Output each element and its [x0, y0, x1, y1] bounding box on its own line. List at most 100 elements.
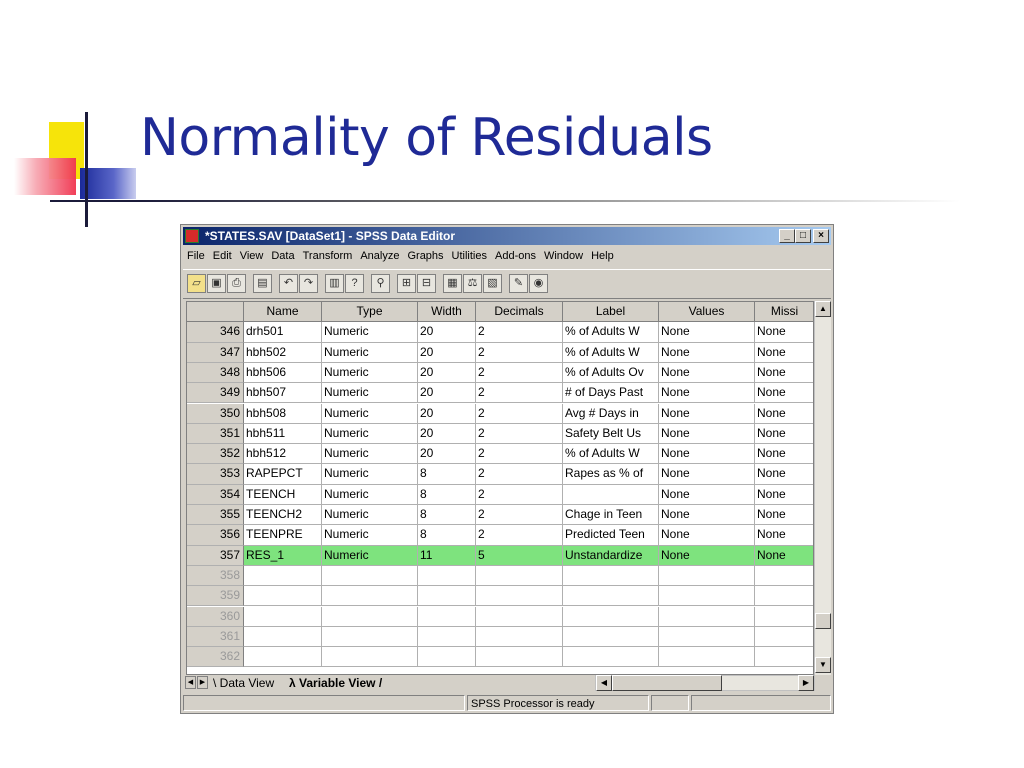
- maximize-button[interactable]: □: [795, 229, 811, 243]
- corner-cell[interactable]: [187, 302, 244, 323]
- cell-decimals[interactable]: [476, 647, 563, 668]
- cell-width[interactable]: 20: [418, 322, 476, 343]
- insert-variable-icon[interactable]: ⊟: [417, 274, 436, 293]
- cell-values[interactable]: None: [659, 505, 755, 526]
- cell-values[interactable]: [659, 626, 755, 648]
- row-number[interactable]: 348: [187, 362, 244, 384]
- select-cases-icon[interactable]: ▧: [483, 274, 502, 293]
- table-row[interactable]: 356 TEENPRE Numeric 8 2 Predicted Teen None Non…: [187, 525, 813, 546]
- cell-type[interactable]: Numeric: [322, 362, 418, 384]
- cell-missing[interactable]: [755, 647, 813, 668]
- cell-values[interactable]: None: [659, 545, 755, 566]
- scroll-up-arrow-icon[interactable]: ▲: [815, 301, 831, 317]
- cell-name[interactable]: RES_1: [244, 545, 322, 566]
- row-number[interactable]: 356: [187, 525, 244, 546]
- cell-missing[interactable]: [755, 586, 813, 607]
- cell-width[interactable]: 20: [418, 383, 476, 404]
- cell-width[interactable]: [418, 586, 476, 607]
- cell-values[interactable]: [659, 586, 755, 607]
- cell-width[interactable]: 8: [418, 464, 476, 485]
- tab-prev-arrow-icon[interactable]: ◀: [185, 676, 196, 689]
- cell-type[interactable]: Numeric: [322, 383, 418, 404]
- table-row[interactable]: 360: [187, 606, 813, 627]
- row-number[interactable]: 355: [187, 505, 244, 526]
- cell-values[interactable]: None: [659, 484, 755, 505]
- table-row[interactable]: 354 TEENCH Numeric 8 2 None None: [187, 484, 813, 505]
- table-row[interactable]: 347 hbh502 Numeric 20 2% of Adults W None None: [187, 342, 813, 363]
- row-number[interactable]: 362: [187, 647, 244, 668]
- cell-label[interactable]: Predicted Teen: [563, 525, 659, 546]
- table-row[interactable]: 348 hbh506 Numeric 20 2% of Adults Ov None Non…: [187, 362, 813, 384]
- cell-values[interactable]: None: [659, 383, 755, 404]
- split-file-icon[interactable]: ▦: [443, 274, 462, 293]
- tab-data-view[interactable]: \ Data View: [213, 675, 274, 691]
- cell-decimals[interactable]: 2: [476, 484, 563, 505]
- dialog-recall-icon[interactable]: ▤: [253, 274, 272, 293]
- row-number[interactable]: 359: [187, 586, 244, 607]
- cell-decimals[interactable]: 5: [476, 545, 563, 566]
- redo-icon[interactable]: ↷: [299, 274, 318, 293]
- cell-name[interactable]: [244, 606, 322, 627]
- cell-values[interactable]: [659, 647, 755, 668]
- cell-name[interactable]: [244, 586, 322, 607]
- vertical-scrollbar[interactable]: ▲ ▼: [814, 301, 831, 675]
- cell-label[interactable]: [563, 565, 659, 587]
- cell-type[interactable]: Numeric: [322, 464, 418, 485]
- variables-icon[interactable]: ?: [345, 274, 364, 293]
- row-number[interactable]: 347: [187, 342, 244, 363]
- cell-label[interactable]: Unstandardize: [563, 545, 659, 566]
- cell-decimals[interactable]: 2: [476, 322, 563, 343]
- cell-missing[interactable]: None: [755, 485, 813, 505]
- table-row[interactable]: 362: [187, 647, 813, 668]
- cell-width[interactable]: 20: [418, 403, 476, 424]
- row-number[interactable]: 361: [187, 626, 244, 648]
- value-labels-icon[interactable]: ✎: [509, 274, 528, 293]
- cell-missing[interactable]: None: [755, 505, 813, 526]
- cell-values[interactable]: None: [659, 403, 755, 424]
- table-row[interactable]: 351 hbh511 Numeric 20 2 Safety Belt Us None Non…: [187, 423, 813, 445]
- menu-transform[interactable]: Transform: [299, 247, 357, 265]
- cell-label[interactable]: [563, 626, 659, 648]
- cell-values[interactable]: [659, 606, 755, 627]
- cell-missing[interactable]: [755, 607, 813, 627]
- cell-values[interactable]: None: [659, 322, 755, 343]
- table-row[interactable]: 352 hbh512 Numeric 20 2% of Adults W None None: [187, 444, 813, 465]
- table-row[interactable]: 353 RAPEPCT Numeric 8 2 Rapes as % of None None: [187, 464, 813, 485]
- tab-next-arrow-icon[interactable]: ▶: [197, 676, 208, 689]
- cell-label[interactable]: % of Adults W: [563, 444, 659, 465]
- cell-decimals[interactable]: 2: [476, 423, 563, 445]
- cell-missing[interactable]: None: [755, 322, 813, 343]
- menu-edit[interactable]: Edit: [209, 247, 236, 265]
- cell-type[interactable]: [322, 586, 418, 607]
- cell-name[interactable]: [244, 626, 322, 648]
- cell-label[interactable]: Chage in Teen: [563, 505, 659, 526]
- open-folder-icon[interactable]: ▱: [187, 274, 206, 293]
- row-number[interactable]: 346: [187, 322, 244, 343]
- cell-type[interactable]: Numeric: [322, 525, 418, 546]
- cell-missing[interactable]: None: [755, 525, 813, 546]
- cell-name[interactable]: hbh508: [244, 403, 322, 424]
- cell-type[interactable]: [322, 565, 418, 587]
- scroll-left-arrow-icon[interactable]: ◀: [596, 675, 612, 691]
- cell-type[interactable]: Numeric: [322, 505, 418, 526]
- scroll-down-arrow-icon[interactable]: ▼: [815, 657, 831, 673]
- cell-values[interactable]: None: [659, 464, 755, 485]
- cell-label[interactable]: % of Adults W: [563, 322, 659, 343]
- table-row[interactable]: 358: [187, 565, 813, 587]
- undo-icon[interactable]: ↶: [279, 274, 298, 293]
- cell-name[interactable]: [244, 565, 322, 587]
- cell-missing[interactable]: None: [755, 404, 813, 424]
- cell-type[interactable]: [322, 626, 418, 648]
- table-row[interactable]: 349 hbh507 Numeric 20 2 # of Days Past None Non…: [187, 383, 813, 404]
- column-header-label[interactable]: Label: [563, 302, 659, 323]
- cell-type[interactable]: Numeric: [322, 322, 418, 343]
- table-row[interactable]: 357 RES_1 Numeric 11 5 Unstandardize None None: [187, 545, 813, 566]
- row-number[interactable]: 349: [187, 383, 244, 404]
- cell-values[interactable]: None: [659, 362, 755, 384]
- row-number[interactable]: 360: [187, 606, 244, 627]
- cell-width[interactable]: 8: [418, 484, 476, 505]
- menu-utilities[interactable]: Utilities: [448, 247, 491, 265]
- cell-type[interactable]: Numeric: [322, 403, 418, 424]
- cell-decimals[interactable]: 2: [476, 383, 563, 404]
- use-sets-icon[interactable]: ◉: [529, 274, 548, 293]
